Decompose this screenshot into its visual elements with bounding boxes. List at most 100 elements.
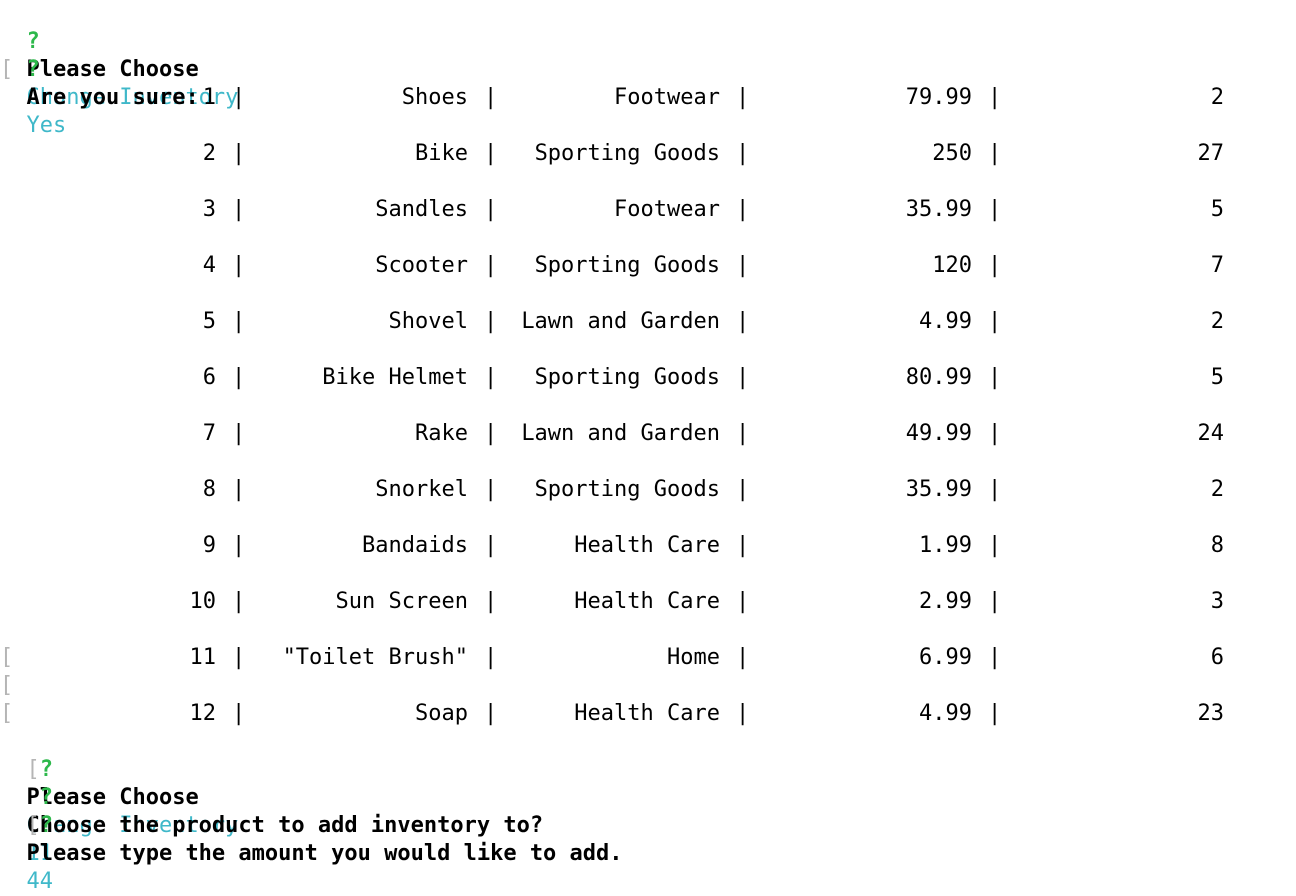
cell-quantity: 2	[1210, 309, 1224, 334]
cell-id: 1	[202, 85, 216, 110]
column-separator: |	[232, 533, 246, 558]
cell-product-name: Bike Helmet	[322, 365, 468, 390]
prompt-line-amount[interactable]: [? Please type the amount you would like…	[0, 784, 623, 894]
prompt-answer: Yes	[26, 113, 67, 138]
column-separator: |	[736, 309, 750, 334]
column-separator: |	[988, 645, 1002, 670]
cell-id: 6	[202, 365, 216, 390]
cell-department: Health Care	[574, 589, 720, 614]
column-separator: |	[232, 365, 246, 390]
cell-department: Lawn and Garden	[521, 421, 720, 446]
column-separator: |	[736, 421, 750, 446]
bracket-glyph: [	[26, 813, 40, 838]
column-separator: |	[232, 421, 246, 446]
column-separator: |	[484, 421, 498, 446]
column-separator: |	[484, 645, 498, 670]
column-separator: |	[232, 701, 246, 726]
cell-product-name: Bandaids	[362, 533, 468, 558]
cell-id: 2	[202, 141, 216, 166]
cell-price: 80.99	[905, 365, 972, 390]
table-row: 10 | Sun Screen | Health Care | 2.99 | 3	[0, 588, 1296, 616]
column-separator: |	[988, 309, 1002, 334]
column-separator: |	[484, 253, 498, 278]
column-separator: |	[736, 365, 750, 390]
column-separator: |	[988, 253, 1002, 278]
cell-department: Sporting Goods	[534, 477, 720, 502]
cell-quantity: 3	[1210, 589, 1224, 614]
cell-department: Sporting Goods	[534, 141, 720, 166]
bracket-glyph: [	[0, 645, 14, 670]
question-mark-icon: ?	[26, 57, 40, 82]
cell-price: 1.99	[919, 533, 972, 558]
cell-price: 35.99	[905, 197, 972, 222]
table-row: 6 | Bike Helmet | Sporting Goods | 80.99 | 5	[0, 364, 1296, 392]
table-row: 3 | Sandles | Footwear | 35.99 | 5	[0, 196, 1296, 224]
cell-product-name: Snorkel	[375, 477, 468, 502]
cell-product-name: Scooter	[375, 253, 468, 278]
cell-price: 4.99	[919, 701, 972, 726]
cell-price: 35.99	[905, 477, 972, 502]
cell-quantity: 5	[1210, 365, 1224, 390]
column-separator: |	[736, 645, 750, 670]
cell-department: Footwear	[614, 197, 720, 222]
cell-product-name: Sun Screen	[335, 589, 468, 614]
cell-quantity: 7	[1210, 253, 1224, 278]
bracket-glyph: [	[0, 57, 14, 82]
table-row: 9 | Bandaids | Health Care | 1.99 | 8	[0, 532, 1296, 560]
cell-id: 12	[189, 701, 217, 726]
cell-id: 10	[189, 589, 217, 614]
cell-quantity: 24	[1197, 421, 1225, 446]
cell-id: 5	[202, 309, 216, 334]
prompt-answer-input[interactable]: 44	[27, 869, 54, 894]
column-separator: |	[484, 701, 498, 726]
cell-quantity: 8	[1210, 533, 1224, 558]
cell-price: 49.99	[905, 421, 972, 446]
column-separator: |	[232, 589, 246, 614]
table-row: 12 | Soap | Health Care | 4.99 | 23	[0, 700, 1296, 728]
table-row: 4 | Scooter | Sporting Goods | 120 | 7	[0, 252, 1296, 280]
cell-department: Health Care	[574, 533, 720, 558]
table-row: 11 | "Toilet Brush" | Home | 6.99 | 6	[0, 644, 1296, 672]
column-separator: |	[232, 141, 246, 166]
cell-price: 250	[932, 141, 972, 166]
cell-quantity: 2	[1210, 477, 1224, 502]
column-separator: |	[736, 589, 750, 614]
column-separator: |	[988, 533, 1002, 558]
column-separator: |	[736, 197, 750, 222]
column-separator: |	[988, 589, 1002, 614]
cell-product-name: Soap	[415, 701, 468, 726]
cell-department: Sporting Goods	[534, 253, 720, 278]
cell-price: 120	[932, 253, 972, 278]
cell-product-name: Bike	[415, 141, 468, 166]
cell-quantity: 2	[1210, 85, 1224, 110]
column-separator: |	[736, 701, 750, 726]
cell-department: Footwear	[614, 85, 720, 110]
cell-id: 8	[202, 477, 216, 502]
cell-price: 79.99	[905, 85, 972, 110]
cell-price: 2.99	[919, 589, 972, 614]
prompt-question: Please Choose	[26, 57, 199, 82]
prompt-line-choose-again: [? Please Choose Change Inventory	[0, 728, 239, 838]
cell-department: Lawn and Garden	[521, 309, 720, 334]
cell-product-name: "Toilet Brush"	[282, 645, 468, 670]
column-separator: |	[988, 365, 1002, 390]
column-separator: |	[232, 85, 246, 110]
cell-quantity: 23	[1197, 701, 1225, 726]
cell-quantity: 27	[1197, 141, 1225, 166]
cell-id: 11	[189, 645, 217, 670]
cell-product-name: Sandles	[375, 197, 468, 222]
prompt-line-product: ? Choose the product to add inventory to…	[0, 756, 544, 866]
cell-department: Home	[667, 645, 720, 670]
column-separator: |	[988, 421, 1002, 446]
column-separator: |	[484, 477, 498, 502]
cell-price: 6.99	[919, 645, 972, 670]
table-row: 2 | Bike | Sporting Goods | 250 | 27	[0, 140, 1296, 168]
column-separator: |	[988, 197, 1002, 222]
cell-product-name: Shovel	[388, 309, 468, 334]
cell-department: Sporting Goods	[534, 365, 720, 390]
column-separator: |	[736, 253, 750, 278]
column-separator: |	[988, 477, 1002, 502]
bracket-glyph: [	[0, 701, 14, 726]
column-separator: |	[736, 533, 750, 558]
column-separator: |	[736, 85, 750, 110]
